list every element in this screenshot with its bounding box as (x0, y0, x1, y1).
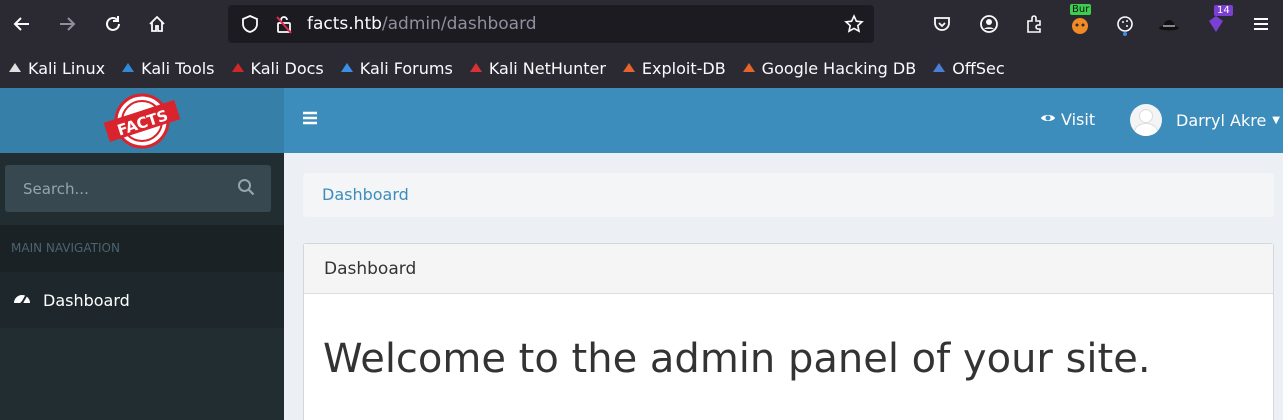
logo-area[interactable]: FACTS (0, 88, 284, 153)
bookmark-item[interactable]: Kali Tools (119, 58, 215, 78)
exploit-db-icon (620, 59, 638, 77)
star-icon[interactable] (844, 14, 864, 38)
app-header: Visit Darryl Akre ▼ (284, 88, 1283, 153)
back-icon[interactable] (7, 9, 37, 39)
offsec-icon (930, 59, 948, 77)
eye-icon (1040, 112, 1056, 128)
browser-toolbar: facts.htb/admin/dashboard Bur 14 (0, 0, 1283, 48)
caret-down-icon: ▼ (1272, 114, 1280, 126)
user-menu[interactable]: Darryl Akre ▼ (1130, 104, 1280, 136)
sidebar-toggle-icon[interactable] (302, 107, 318, 131)
breadcrumb-link[interactable]: Dashboard (322, 185, 409, 204)
facts-logo: FACTS (103, 93, 181, 148)
visit-link[interactable]: Visit (1040, 110, 1095, 129)
url-path: /admin/dashboard (381, 14, 537, 34)
bookmark-item[interactable]: Google Hacking DB (740, 58, 917, 78)
bookmark-label: Kali Forums (359, 58, 453, 78)
hat-icon[interactable] (1157, 12, 1181, 36)
bookmark-item[interactable]: Exploit-DB (620, 59, 726, 78)
bookmark-label: Exploit-DB (641, 58, 726, 78)
search-icon[interactable] (237, 178, 257, 198)
ghdb-icon (740, 59, 758, 77)
cookie-icon[interactable] (1113, 12, 1137, 36)
kali-tools-icon (119, 59, 137, 77)
forward-icon[interactable] (52, 9, 82, 39)
extension-count-badge: 14 (1214, 5, 1233, 16)
gem-extension-icon[interactable]: 14 (1204, 5, 1233, 36)
home-icon[interactable] (142, 9, 172, 39)
burp-extension-icon[interactable]: Bur (1068, 4, 1092, 36)
extensions-icon[interactable] (1022, 12, 1046, 36)
bookmark-item[interactable]: Kali Forums (338, 59, 453, 78)
menu-icon[interactable] (1249, 12, 1273, 36)
dashboard-icon (13, 290, 31, 310)
bookmark-item[interactable]: OffSec (930, 58, 1005, 78)
nav-header: MAIN NAVIGATION (0, 225, 284, 272)
avatar (1130, 104, 1162, 136)
bookmark-label: Google Hacking DB (761, 58, 917, 78)
account-icon[interactable] (977, 12, 1001, 36)
welcome-heading: Welcome to the admin panel of your site. (323, 336, 1151, 382)
bookmark-item[interactable]: Kali NetHunter (467, 59, 606, 78)
pocket-icon[interactable] (930, 12, 954, 36)
sidebar-item-label: Dashboard (43, 290, 130, 310)
insecure-lock-icon[interactable] (274, 14, 294, 38)
bookmark-label: Kali NetHunter (488, 58, 606, 78)
bookmark-label: Kali Linux (28, 58, 106, 78)
nethunter-icon (467, 59, 485, 77)
bookmark-item[interactable]: Kali Linux (6, 59, 105, 78)
bookmark-label: OffSec (952, 58, 1005, 78)
breadcrumb: Dashboard (303, 173, 1274, 217)
kali-dragon-icon (6, 59, 24, 77)
cookie-dot (1123, 32, 1127, 36)
shield-icon[interactable] (240, 14, 260, 38)
url-host: facts.htb (307, 14, 382, 34)
bookmark-item[interactable]: Kali Docs (229, 59, 324, 78)
sidebar-item-dashboard[interactable]: Dashboard (0, 272, 284, 328)
box-title: Dashboard (304, 244, 1273, 294)
reload-icon[interactable] (98, 9, 128, 39)
sidebar: MAIN NAVIGATION Dashboard (0, 153, 284, 420)
user-name: Darryl Akre (1176, 110, 1267, 130)
bookmarks-bar: Kali Linux Kali Tools Kali Docs Kali Forums… (0, 48, 1283, 88)
kali-forums-icon (338, 59, 356, 77)
dashboard-box: Dashboard Welcome to the admin panel of … (303, 243, 1274, 420)
kali-docs-icon (229, 59, 247, 77)
url-bar[interactable]: facts.htb/admin/dashboard (228, 5, 874, 43)
visit-label: Visit (1061, 110, 1096, 129)
url-text[interactable]: facts.htb/admin/dashboard (307, 14, 537, 34)
bookmark-label: Kali Docs (250, 58, 324, 78)
burp-badge: Bur (1070, 4, 1092, 15)
sidebar-search (5, 165, 271, 212)
search-input[interactable] (5, 165, 225, 212)
bookmark-label: Kali Tools (141, 58, 215, 78)
